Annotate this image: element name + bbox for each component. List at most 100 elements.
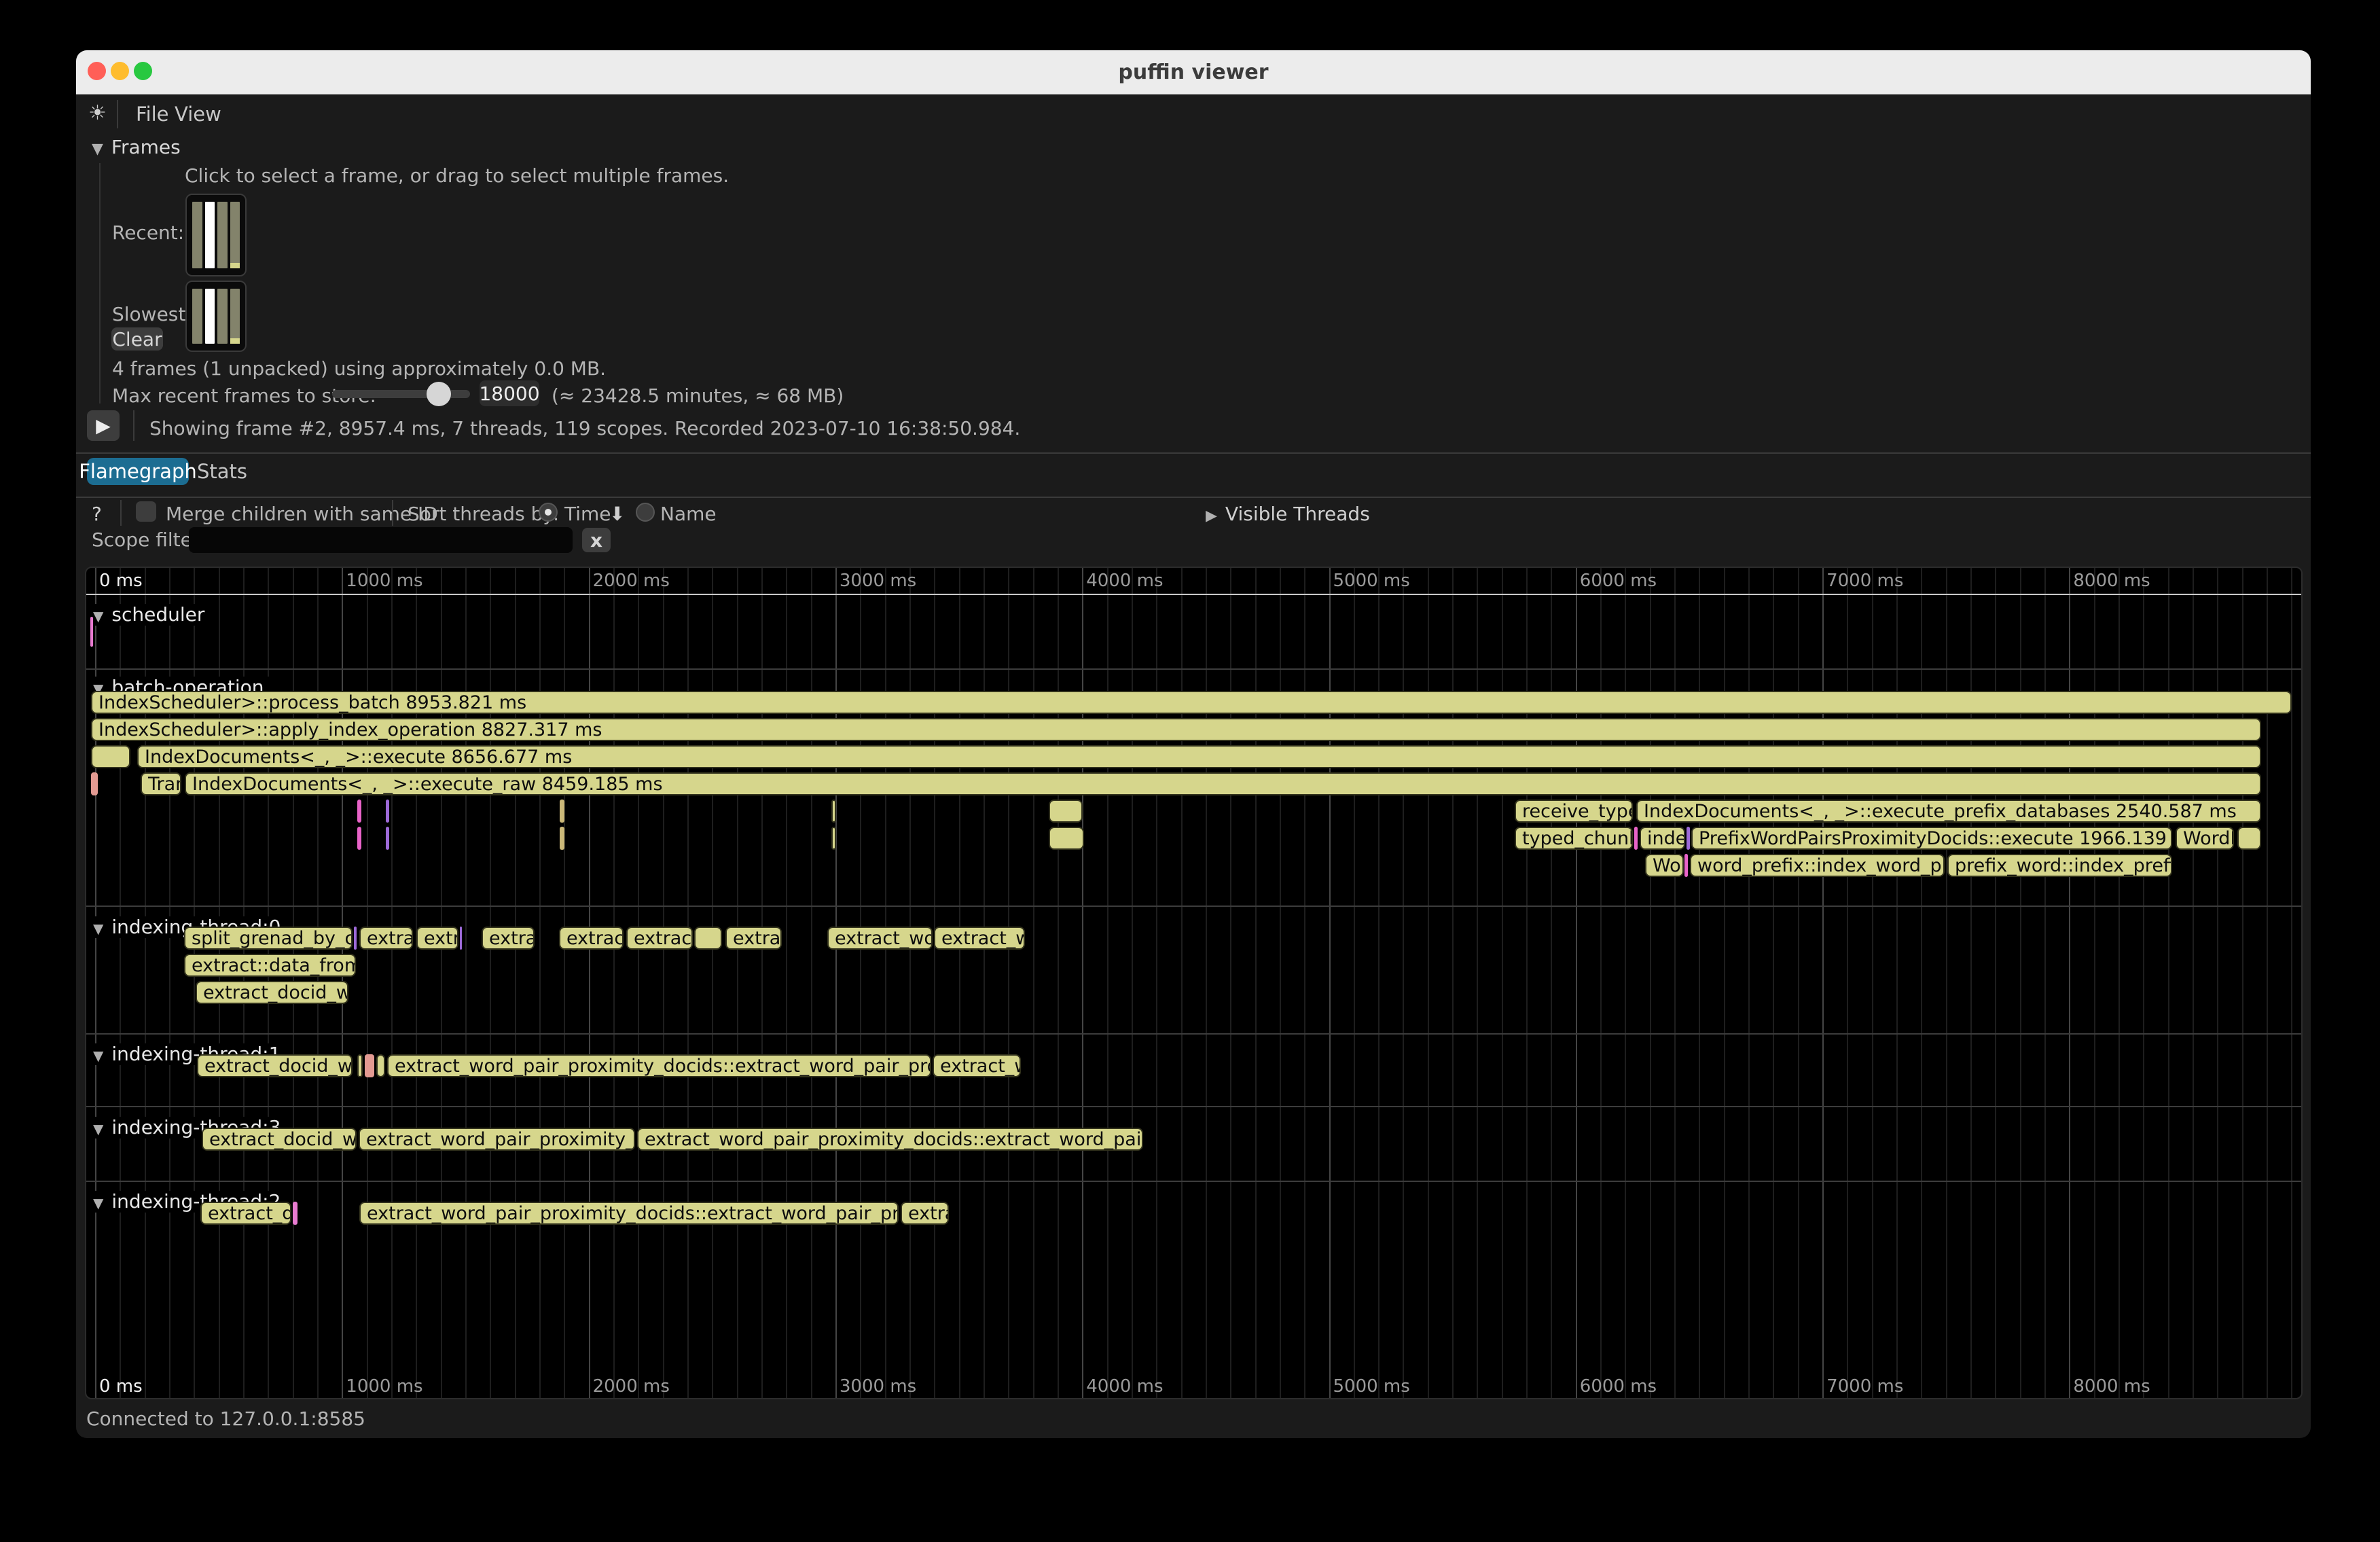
visible-threads-header[interactable]: ▶Visible Threads	[1206, 503, 1370, 525]
frames-section-header[interactable]: ▼Frames	[92, 136, 181, 158]
frame-thumbnail-bar[interactable]	[192, 202, 202, 268]
scope-bar[interactable]: WordPr	[2176, 827, 2234, 850]
scope-bar[interactable]	[386, 827, 389, 850]
scope-bar[interactable]: typed_chunk::w	[1515, 827, 1633, 850]
slowest-frames-thumbnail[interactable]	[185, 281, 247, 352]
scope-bar[interactable]: prefix_word::index_prefix_wo	[1947, 854, 2172, 877]
scope-bar[interactable]: extract_word_pair_proximity_docids::extr…	[637, 1128, 1143, 1151]
scope-bar[interactable]	[831, 827, 836, 850]
scope-bar[interactable]: extract_word	[827, 927, 933, 950]
scope-bar[interactable]: extract_word_pair_proximity_docids::extr…	[387, 1054, 931, 1077]
scope-bar[interactable]: IndexDocuments<_, _>::execute_raw 8459.1…	[185, 772, 2261, 795]
clear-button[interactable]: Clear	[111, 327, 163, 351]
scope-bar-label: extract_word_pair_proximity_docids	[360, 1129, 634, 1150]
theme-toggle-icon[interactable]: ☀	[88, 101, 107, 125]
scope-bar[interactable]: receive_typed_	[1515, 800, 1633, 823]
frame-thumbnail-bar[interactable]	[205, 202, 215, 268]
scope-bar[interactable]: IndexDocuments<_, _>::execute_prefix_dat…	[1636, 800, 2261, 823]
scope-bar[interactable]	[90, 617, 93, 647]
frame-thumbnail-bar[interactable]	[230, 289, 240, 344]
scope-bar[interactable]: Word	[1645, 854, 1684, 877]
collapse-triangle-icon: ▼	[93, 1047, 103, 1064]
frame-thumbnail-bar[interactable]	[205, 289, 215, 344]
sort-time-radio[interactable]	[539, 503, 558, 522]
scope-bar[interactable]: extract_word_pair_proximity_docids	[359, 1128, 635, 1151]
tab-flamegraph[interactable]: Flamegraph	[87, 458, 189, 485]
scope-bar[interactable]: extrac	[901, 1202, 949, 1225]
scope-bar[interactable]: IndexScheduler>::process_batch 8953.821 …	[91, 691, 2292, 714]
scope-bar[interactable]	[1634, 827, 1638, 850]
frame-thumbnail-bar[interactable]	[192, 289, 202, 344]
scope-filter-input[interactable]	[189, 527, 573, 553]
scope-bar[interactable]: extra	[416, 927, 458, 950]
scope-bar[interactable]: extract_word_pair_proximity_docids::extr…	[359, 1202, 899, 1225]
collapse-triangle-icon: ▼	[93, 1121, 103, 1137]
scope-bar[interactable]: split_grenad_by_chun	[184, 927, 353, 950]
scope-bar[interactable]	[91, 772, 98, 795]
recent-frames-thumbnail[interactable]	[185, 194, 247, 276]
flamegraph-panel[interactable]: 0 ms0 ms1000 ms1000 ms2000 ms2000 ms3000…	[85, 567, 2303, 1399]
scope-bar-label: extract_word_pair_proximity_docids::extr…	[638, 1129, 1142, 1150]
scope-bar[interactable]: extract_wo	[933, 1054, 1021, 1077]
help-button[interactable]: ?	[92, 503, 102, 525]
scope-bar[interactable]	[357, 827, 361, 850]
scope-bar[interactable]	[357, 800, 361, 823]
scope-bar[interactable]	[1684, 854, 1688, 877]
axis-tick-label: 6000 ms	[1580, 571, 1657, 591]
scope-bar[interactable]: extract::data_from_ob	[184, 954, 356, 977]
scope-bar[interactable]	[376, 1054, 385, 1077]
scope-bar[interactable]: extract_	[626, 927, 693, 950]
scope-bar[interactable]	[354, 927, 357, 950]
play-button[interactable]: ▶	[87, 410, 120, 441]
tab-stats[interactable]: Stats	[198, 458, 246, 485]
scope-bar[interactable]: extract	[359, 927, 413, 950]
scope-bar[interactable]: extract_docid_word	[196, 981, 348, 1004]
max-frames-value[interactable]: 18000	[480, 380, 539, 406]
section-divider	[86, 1106, 2301, 1107]
scope-bar[interactable]: IndexScheduler>::apply_index_operation 8…	[91, 718, 2261, 741]
thread-header-scheduler[interactable]: ▼scheduler	[90, 604, 214, 626]
sort-direction-icon[interactable]: ⬇	[609, 503, 625, 525]
scope-bar[interactable]: index	[1640, 827, 1685, 850]
max-frames-slider-knob[interactable]	[427, 382, 451, 406]
sort-name-radio[interactable]	[636, 503, 655, 522]
scope-bar[interactable]: extract_docid_word	[197, 1054, 353, 1077]
scope-filter-clear-button[interactable]: x	[582, 528, 611, 552]
scope-bar[interactable]: extrac	[482, 927, 535, 950]
axis-tick-label: 8000 ms	[2073, 571, 2150, 591]
scope-bar[interactable]: extract_wo	[934, 927, 1025, 950]
scope-bar[interactable]: PrefixWordPairsProximityDocids::execute …	[1691, 827, 2172, 850]
merge-children-label[interactable]: Merge children with same ID	[166, 503, 438, 525]
sort-time-label[interactable]: Time	[564, 503, 611, 525]
scope-bar[interactable]: extract_	[559, 927, 624, 950]
scope-bar[interactable]	[357, 1054, 363, 1077]
scope-bar[interactable]: extract_docid_word	[202, 1128, 357, 1151]
scope-bar[interactable]	[1049, 800, 1083, 823]
scope-bar[interactable]	[386, 800, 389, 823]
sort-name-label[interactable]: Name	[660, 503, 717, 525]
scope-bar[interactable]	[2237, 827, 2261, 850]
menu-file[interactable]: File	[136, 103, 169, 126]
menu-view[interactable]: View	[175, 103, 221, 126]
scope-bar-label: IndexDocuments<_, _>::execute 8656.677 m…	[139, 747, 2260, 768]
scope-bar[interactable]	[365, 1054, 374, 1077]
scope-bar[interactable]	[460, 927, 462, 950]
frame-thumbnail-bar[interactable]	[217, 289, 228, 344]
status-bar: Connected to 127.0.0.1:8585	[86, 1407, 365, 1430]
scope-bar[interactable]: Trans	[141, 772, 181, 795]
scope-bar[interactable]	[831, 800, 836, 823]
scope-bar[interactable]: word_prefix::index_word_prefix_	[1690, 854, 1945, 877]
merge-children-checkbox[interactable]	[136, 501, 156, 522]
scope-bar[interactable]	[293, 1202, 298, 1225]
scope-bar[interactable]: extract_doc	[200, 1202, 291, 1225]
scope-bar[interactable]	[694, 927, 722, 950]
scope-bar[interactable]	[1049, 827, 1084, 850]
frame-thumbnail-bar[interactable]	[217, 202, 228, 268]
frame-thumbnail-bar[interactable]	[230, 202, 240, 268]
scope-bar[interactable]: extract	[725, 927, 782, 950]
scope-bar[interactable]	[560, 827, 564, 850]
scope-bar[interactable]	[1687, 827, 1690, 850]
scope-bar[interactable]	[560, 800, 564, 823]
scope-bar[interactable]	[91, 745, 130, 768]
scope-bar[interactable]: IndexDocuments<_, _>::execute 8656.677 m…	[137, 745, 2261, 768]
